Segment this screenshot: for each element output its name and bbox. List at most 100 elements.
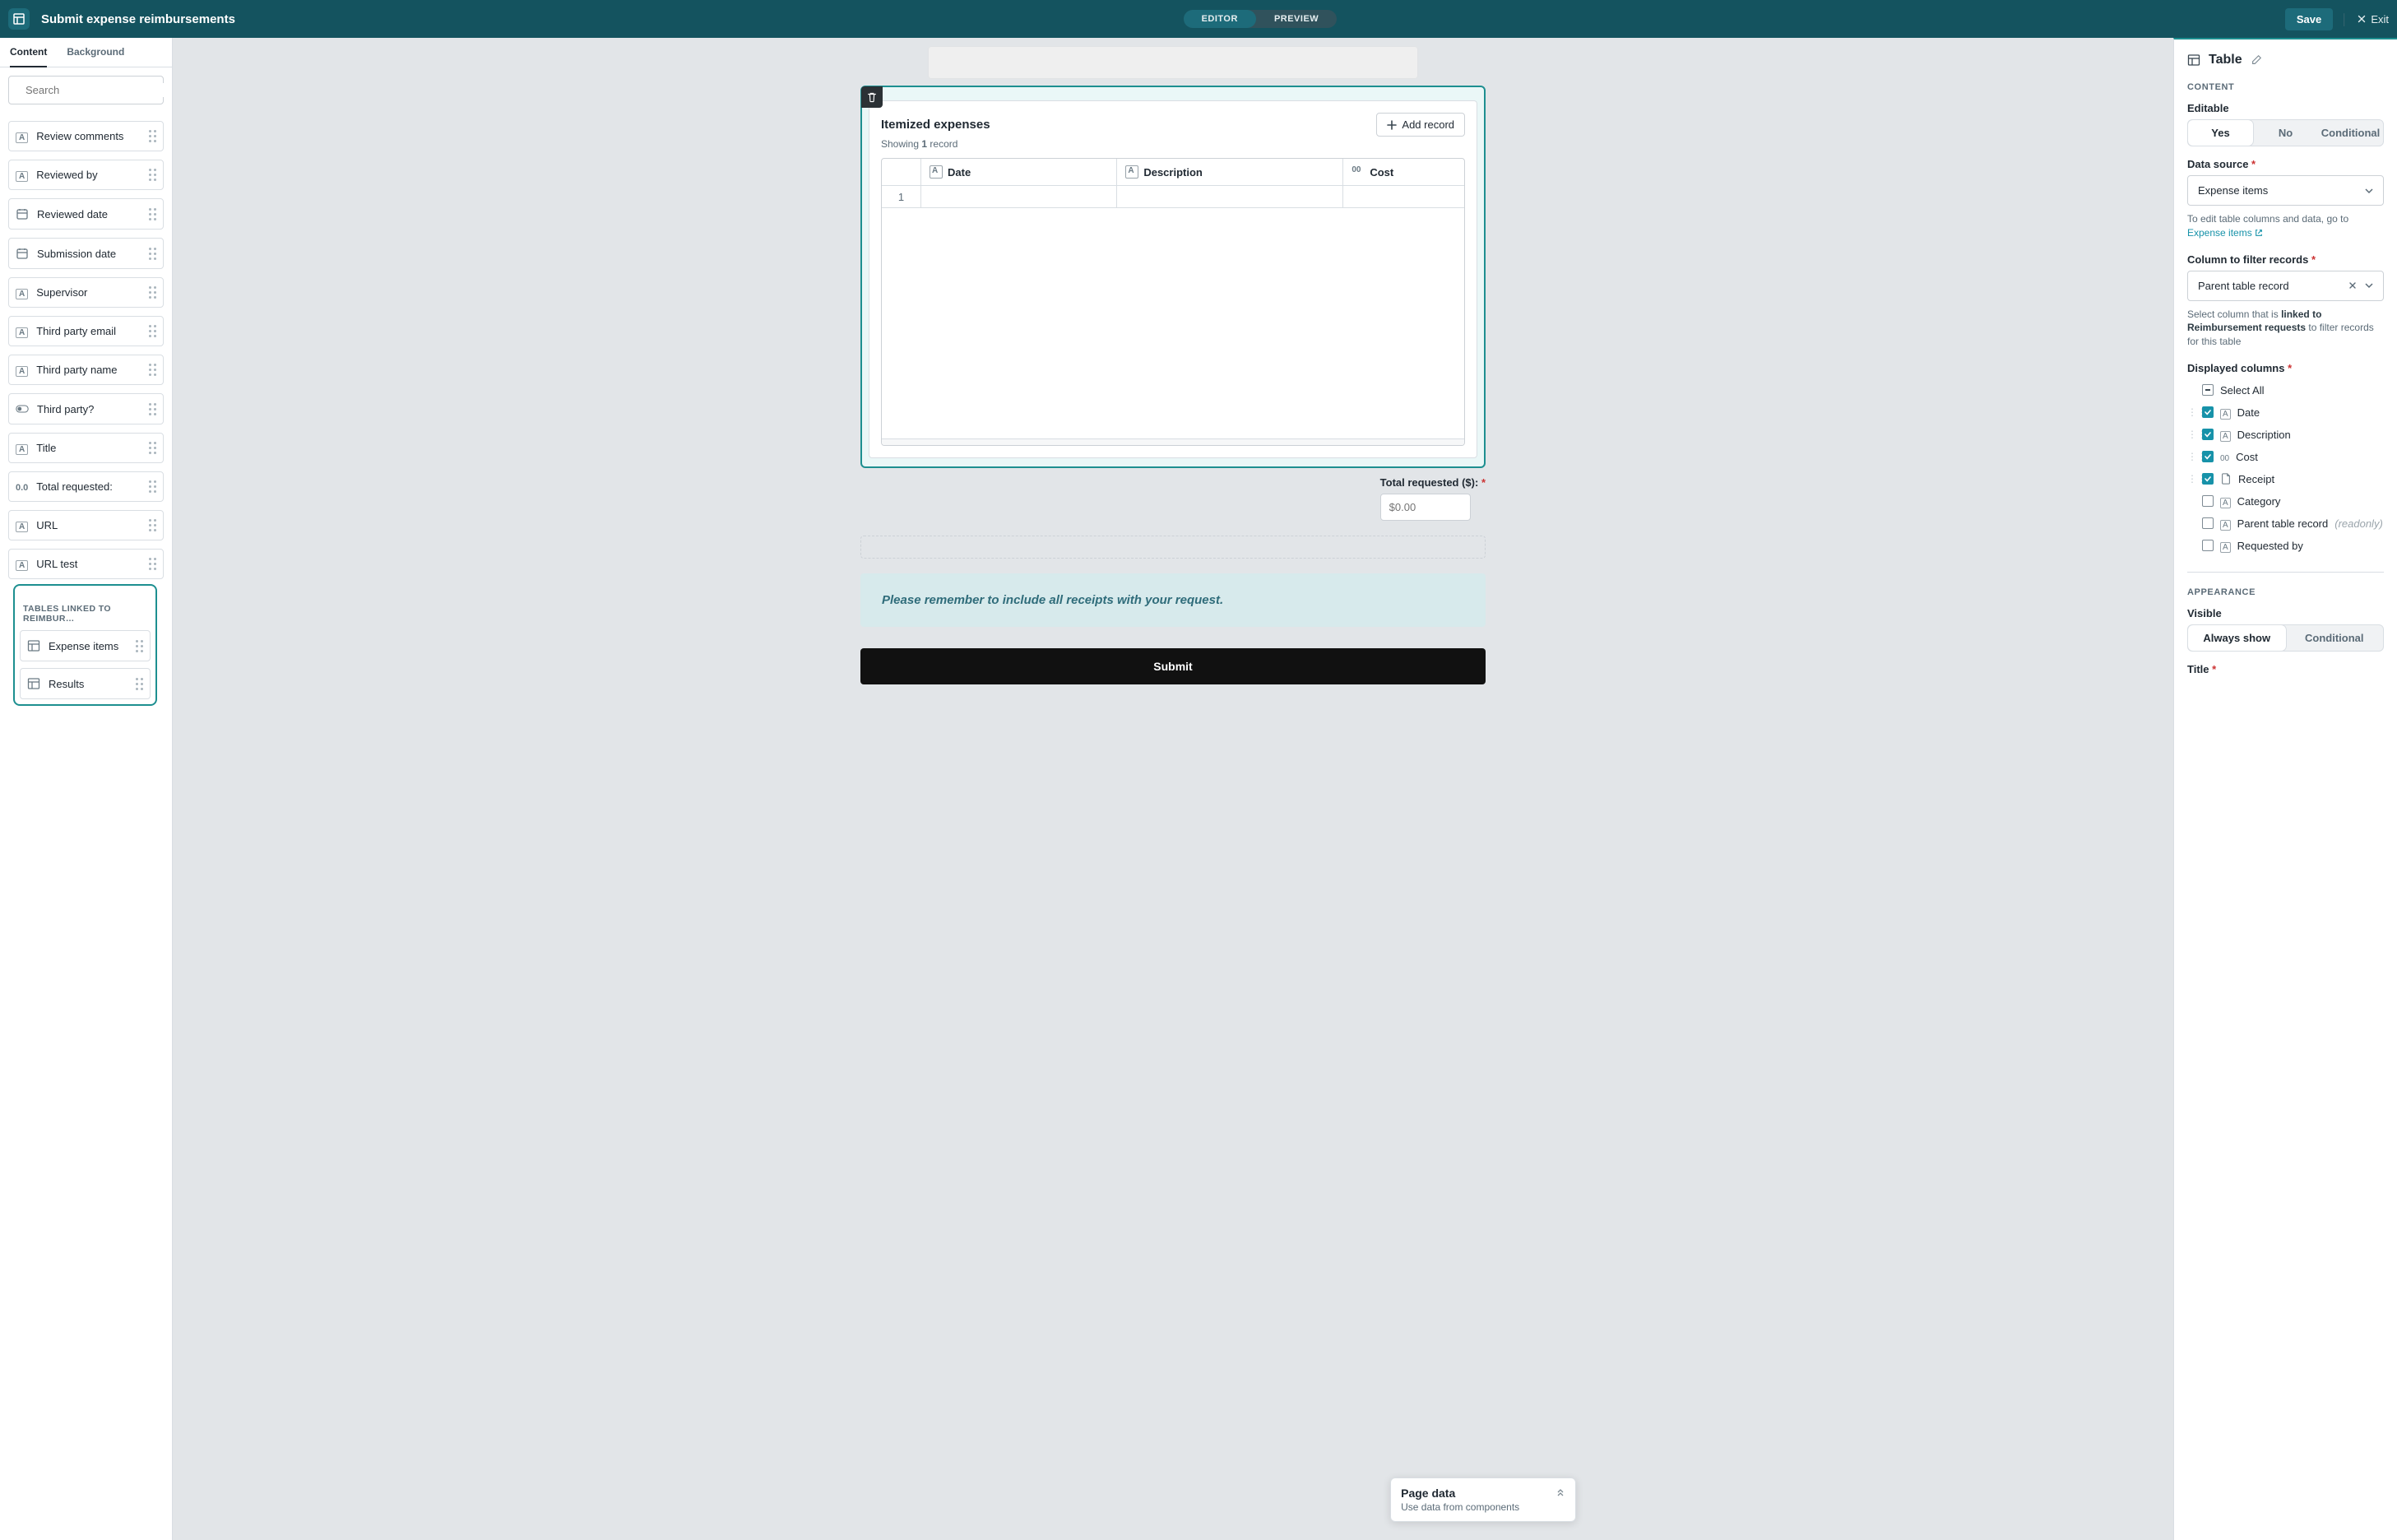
field-label: Submission date [37,248,116,260]
drag-handle-icon[interactable]: ⋮⋮ [2187,406,2195,418]
edit-icon[interactable] [2251,54,2262,66]
field-item[interactable]: Reviewed date [8,198,164,230]
filter-column-select[interactable]: Parent table record [2187,271,2384,301]
expand-icon[interactable] [1556,1488,1565,1498]
field-item[interactable]: AURL test [8,549,164,579]
drag-handle-icon[interactable] [149,519,156,531]
field-label: Review comments [36,130,123,142]
drop-zone[interactable] [860,536,1486,559]
visible-always[interactable]: Always show [2188,625,2286,651]
tab-content[interactable]: Content [10,38,47,67]
checkbox-indeterminate[interactable] [2202,384,2214,396]
column-option[interactable]: ARequested by [2187,535,2384,557]
datasource-link[interactable]: Expense items [2187,227,2263,239]
drag-handle-icon[interactable] [149,403,156,415]
table-title: Itemized expenses [881,118,990,132]
field-type-icon: A [16,130,28,142]
column-option[interactable]: AParent table record (readonly) [2187,513,2384,535]
field-item[interactable]: ATitle [8,433,164,463]
row-index: 1 [882,186,921,207]
drag-handle-icon[interactable] [136,678,143,690]
linked-table-item[interactable]: Results [20,668,151,699]
select-all-row[interactable]: Select All [2187,379,2384,401]
data-table[interactable]: ADate ADescription 00Cost 1 [881,158,1465,446]
drag-handle-icon[interactable] [136,640,143,652]
drag-handle-icon[interactable]: ⋮⋮ [2187,429,2195,440]
drag-handle-icon[interactable] [149,169,156,181]
component-placeholder[interactable] [928,46,1418,79]
field-label: Reviewed date [37,208,108,220]
checkbox[interactable] [2202,495,2214,507]
editable-conditional[interactable]: Conditional [2318,120,2383,146]
field-item[interactable]: Submission date [8,238,164,269]
drag-handle-icon[interactable] [149,558,156,570]
tab-background[interactable]: Background [67,38,124,67]
search-input-wrapper[interactable] [8,76,164,104]
exit-link[interactable]: Exit [2356,13,2389,26]
page-data-chip[interactable]: Page data Use data from components [1390,1477,1576,1522]
checkbox[interactable] [2202,406,2214,418]
field-item[interactable]: ASupervisor [8,277,164,308]
field-item[interactable]: AThird party email [8,316,164,346]
column-option[interactable]: ⋮⋮ADescription [2187,424,2384,446]
checkbox[interactable] [2202,451,2214,462]
checkbox[interactable] [2202,540,2214,551]
drag-handle-icon[interactable] [149,208,156,220]
drag-handle-icon[interactable] [149,442,156,454]
editable-no[interactable]: No [2253,120,2318,146]
table-icon [2187,53,2200,67]
table-row[interactable]: 1 [882,186,1464,208]
field-item[interactable]: 0.0Total requested: [8,471,164,502]
table-empty-area [882,208,1464,438]
field-item[interactable]: Third party? [8,393,164,424]
drag-handle-icon[interactable] [149,364,156,376]
editable-yes[interactable]: Yes [2188,120,2253,146]
field-item[interactable]: AReviewed by [8,160,164,190]
drag-handle-icon[interactable] [149,325,156,337]
field-item[interactable]: AThird party name [8,355,164,385]
selected-table-component[interactable]: Itemized expenses Add record Showing 1 r… [860,86,1486,468]
editable-segmented: Yes No Conditional [2187,119,2384,146]
horizontal-scrollbar[interactable] [882,438,1464,445]
checkbox[interactable] [2202,473,2214,485]
clear-icon[interactable] [2348,281,2357,290]
drag-handle-icon[interactable] [149,480,156,493]
app-logo [8,8,30,30]
field-type-icon [16,402,29,415]
drag-handle-icon[interactable] [149,248,156,260]
displayed-columns-list: Select All ⋮⋮ADate ⋮⋮ADescription ⋮⋮00Co… [2187,379,2384,557]
drag-handle-icon[interactable]: ⋮⋮ [2187,451,2195,462]
search-input[interactable] [24,83,172,97]
datasource-select[interactable]: Expense items [2187,175,2384,206]
field-list[interactable]: A Review comments AReviewed by Reviewed dat… [0,113,172,1540]
drag-handle-icon[interactable] [149,130,156,142]
column-option[interactable]: ⋮⋮Receipt [2187,468,2384,490]
mode-editor[interactable]: EDITOR [1184,10,1256,28]
checkbox[interactable] [2202,517,2214,529]
record-count: Showing 1 record [881,138,1465,150]
filter-help: Select column that is linked to Reimburs… [2187,308,2384,349]
submit-button[interactable]: Submit [860,648,1486,684]
mode-preview[interactable]: PREVIEW [1256,10,1337,28]
field-type-icon: A [16,519,28,531]
field-item[interactable]: AURL [8,510,164,540]
linked-table-item[interactable]: Expense items [20,630,151,661]
add-record-button[interactable]: Add record [1376,113,1465,137]
column-label: Cost [2236,451,2258,463]
checkbox[interactable] [2202,429,2214,440]
visible-conditional[interactable]: Conditional [2286,625,2384,651]
field-type-icon: 0.0 [16,480,28,493]
inspector-title: Table [2209,53,2242,67]
drag-handle-icon[interactable] [149,286,156,299]
delete-component-button[interactable] [861,86,883,108]
inspector-panel: Table CONTENT Editable Yes No Conditiona… [2173,38,2397,1540]
field-item[interactable]: A Review comments [8,121,164,151]
column-option[interactable]: ACategory [2187,490,2384,513]
column-option[interactable]: ⋮⋮00Cost [2187,446,2384,468]
save-button[interactable]: Save [2285,8,2333,30]
drag-handle-icon[interactable]: ⋮⋮ [2187,473,2195,485]
total-requested-input[interactable] [1380,494,1471,521]
column-option[interactable]: ⋮⋮ADate [2187,401,2384,424]
canvas[interactable]: Itemized expenses Add record Showing 1 r… [173,38,2173,1540]
linked-table-label: Expense items [49,640,118,652]
